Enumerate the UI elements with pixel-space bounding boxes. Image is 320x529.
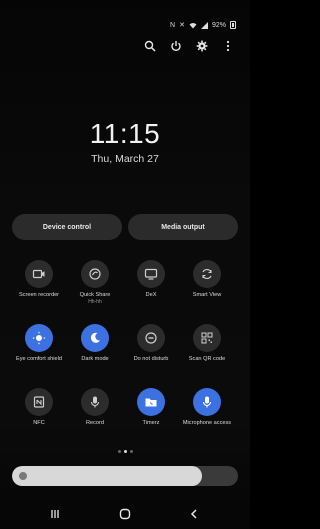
eye-comfort-icon: [32, 331, 46, 345]
smart-view-icon: [202, 268, 212, 280]
tile-do-not-disturb[interactable]: Do not disturb: [126, 324, 176, 394]
tile-quick-share[interactable]: Quick Share Hh-hh: [70, 260, 120, 330]
nfc-status-icon: N: [170, 21, 176, 29]
tile-dex[interactable]: DeX: [126, 260, 176, 330]
tile-dark-mode[interactable]: Dark mode: [70, 324, 120, 394]
tile-button[interactable]: [193, 260, 221, 288]
back-button[interactable]: [184, 506, 204, 522]
tile-record[interactable]: Record: [70, 388, 120, 458]
tile-label: NFC: [33, 420, 45, 426]
more-icon: [226, 40, 230, 52]
more-options-button[interactable]: [220, 38, 236, 54]
tile-button[interactable]: [81, 260, 109, 288]
tile-button[interactable]: [137, 388, 165, 416]
page-indicator: [0, 450, 250, 453]
tile-label: Microphone access: [182, 420, 232, 426]
settings-button[interactable]: [194, 38, 210, 54]
tile-scan-qr[interactable]: Scan QR code: [182, 324, 232, 394]
quick-share-icon: [89, 268, 101, 280]
dex-icon: [144, 268, 158, 280]
tile-button[interactable]: [81, 388, 109, 416]
quick-panel: N ✕ 92% 11:15 Thu, March 27 Device contr…: [0, 0, 250, 529]
power-button[interactable]: [168, 38, 184, 54]
status-icons: N ✕ 92%: [170, 21, 236, 29]
settings-icon: [196, 40, 208, 52]
tile-button[interactable]: [137, 260, 165, 288]
search-icon: [144, 40, 156, 52]
navigation-bar: [0, 500, 250, 529]
dark-mode-icon: [90, 332, 100, 343]
signal-icon: [200, 21, 208, 29]
header-actions: [142, 38, 236, 54]
page-dot-active: [123, 450, 127, 453]
screen-recorder-icon: [32, 269, 45, 279]
search-button[interactable]: [142, 38, 158, 54]
power-icon: [171, 41, 181, 52]
microphone-icon: [90, 396, 100, 408]
tile-label: Screen recorder: [18, 292, 60, 298]
recents-icon: [51, 510, 59, 518]
tile-timerz[interactable]: Timerz: [126, 388, 176, 458]
folder-icon: [145, 398, 157, 407]
tile-microphone-access[interactable]: Microphone access: [182, 388, 232, 458]
tile-label: Smart View: [192, 292, 222, 298]
tile-button[interactable]: [25, 324, 53, 352]
mute-icon: ✕: [179, 21, 185, 29]
tile-button[interactable]: [81, 324, 109, 352]
page-dot: [117, 450, 121, 453]
wifi-icon: [189, 22, 197, 28]
nfc-icon: [33, 396, 45, 408]
tile-label: Do not disturb: [133, 356, 169, 362]
tile-eye-comfort[interactable]: Eye comfort shield: [14, 324, 64, 394]
qr-code-icon: [201, 332, 213, 344]
back-icon: [190, 509, 197, 519]
media-output-button[interactable]: Media output: [128, 214, 238, 240]
tile-label: Quick Share: [79, 292, 111, 298]
tile-sublabel: Hh-hh: [88, 298, 102, 305]
do-not-disturb-icon: [145, 332, 157, 344]
tile-button[interactable]: [25, 260, 53, 288]
tile-smart-view[interactable]: Smart View: [182, 260, 232, 330]
tile-label: DeX: [145, 292, 157, 298]
home-icon: [119, 508, 131, 520]
tile-button[interactable]: [137, 324, 165, 352]
tile-screen-recorder[interactable]: Screen recorder: [14, 260, 64, 330]
tile-button[interactable]: [25, 388, 53, 416]
page-dot: [129, 450, 133, 453]
tile-label: Scan QR code: [188, 356, 226, 362]
battery-icon: [230, 21, 236, 29]
tile-button[interactable]: [193, 388, 221, 416]
tile-label: Dark mode: [81, 356, 109, 362]
home-button[interactable]: [115, 506, 135, 522]
status-bar: N ✕ 92%: [0, 0, 250, 29]
brightness-fill: [12, 466, 202, 486]
microphone-icon: [202, 396, 212, 408]
tile-label: Timerz: [142, 420, 160, 426]
battery-percent: 92%: [211, 21, 226, 29]
recents-button[interactable]: [45, 506, 65, 522]
clock-date[interactable]: Thu, March 27: [0, 153, 250, 165]
tile-label: Record: [85, 420, 105, 426]
brightness-icon: [19, 472, 27, 480]
device-control-button[interactable]: Device control: [12, 214, 122, 240]
clock-time[interactable]: 11:15: [0, 118, 250, 150]
tile-label: Eye comfort shield: [15, 356, 62, 362]
tile-nfc[interactable]: NFC: [14, 388, 64, 458]
tile-button[interactable]: [193, 324, 221, 352]
brightness-slider[interactable]: [12, 466, 238, 486]
